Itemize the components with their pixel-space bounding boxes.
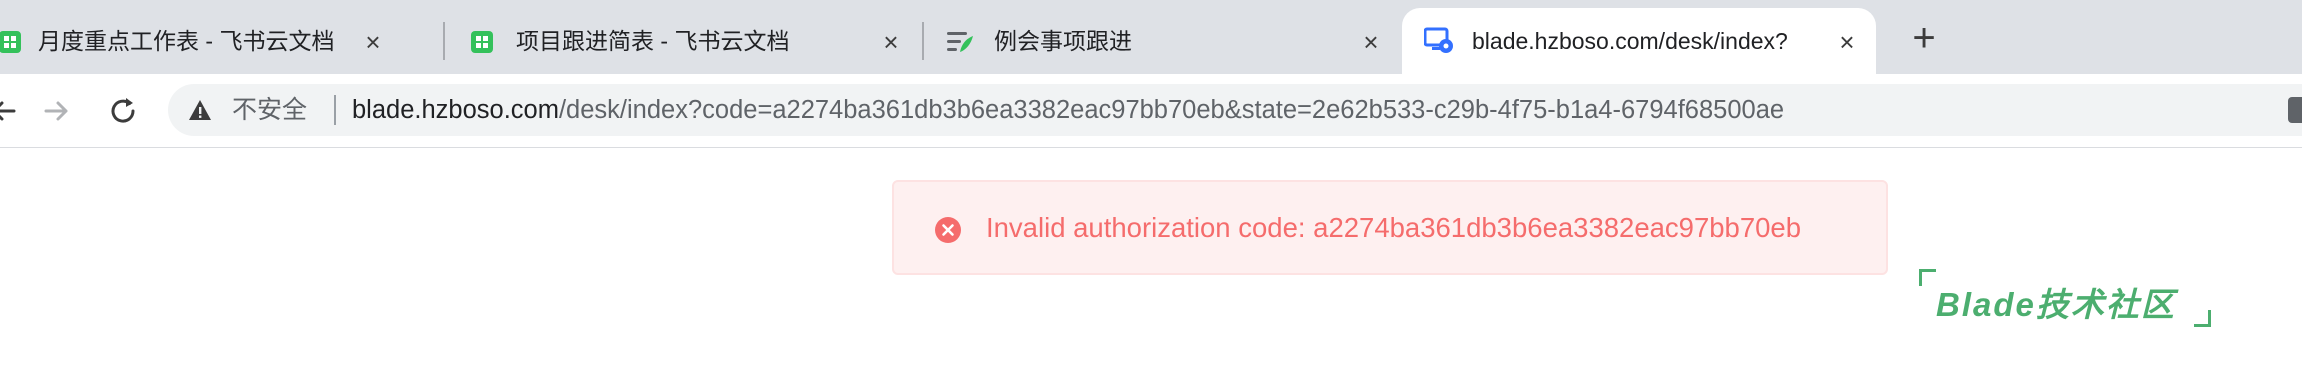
tab-title: 项目跟进简表 - 飞书云文档 [516,28,790,54]
url-path: /desk/index?code=a2274ba361db3b6ea3382ea… [558,96,1785,124]
close-icon[interactable]: × [1358,27,1384,57]
tab-project-tracking[interactable]: 项目跟进简表 - 飞书云文档 × [448,8,918,74]
reload-button[interactable] [104,92,142,130]
error-message: Invalid authorization code: a2274ba361db… [986,212,1802,243]
security-status-label[interactable]: 不安全 [232,84,307,136]
tab-monthly-work[interactable]: 月度重点工作表 - 飞书云文档 × [0,8,430,74]
address-bar[interactable]: 不安全 blade.hzboso.com/desk/index?code=a22… [168,84,2302,136]
doc-icon [946,30,973,54]
forward-button[interactable] [38,92,76,130]
extension-icon[interactable] [2288,97,2302,123]
logo-corner-bracket [2194,310,2211,327]
forward-arrow-icon [44,101,68,121]
desktop-gear-icon [1423,26,1454,56]
error-circle-icon [934,216,962,244]
close-icon[interactable]: × [878,27,904,57]
close-icon[interactable]: × [360,27,386,57]
tab-separator [443,22,445,60]
error-alert: Invalid authorization code: a2274ba361db… [892,180,1888,275]
close-icon[interactable]: × [1834,27,1860,57]
back-button[interactable] [0,92,22,130]
url-text[interactable]: blade.hzboso.com/desk/index?code=a2274ba… [352,84,1784,136]
tab-title: blade.hzboso.com/desk/index? [1472,28,1788,54]
tab-blade-desk[interactable]: blade.hzboso.com/desk/index? × [1402,8,1876,74]
tab-title: 例会事项跟进 [994,28,1132,54]
brand-logo-text: Blade技术社区 [1936,286,2176,323]
new-tab-button[interactable]: + [1906,18,1942,58]
tab-title: 月度重点工作表 - 飞书云文档 [38,28,335,54]
tab-separator [922,22,924,60]
logo-corner-bracket [1919,269,1936,286]
sheet-icon [470,30,494,54]
url-host: blade.hzboso.com [352,96,559,124]
reload-icon [111,98,135,123]
address-divider [334,95,336,125]
back-arrow-icon [0,101,16,121]
sheet-icon [0,30,22,54]
brand-logo: Blade技术社区 [1916,266,2216,336]
tab-meeting-followup[interactable]: 例会事项跟进 × [928,8,1398,74]
warning-triangle-icon[interactable] [188,98,212,122]
tab-strip: 月度重点工作表 - 飞书云文档 × 项目跟进简表 - 飞书云文档 × 例会事项跟… [0,0,2302,74]
